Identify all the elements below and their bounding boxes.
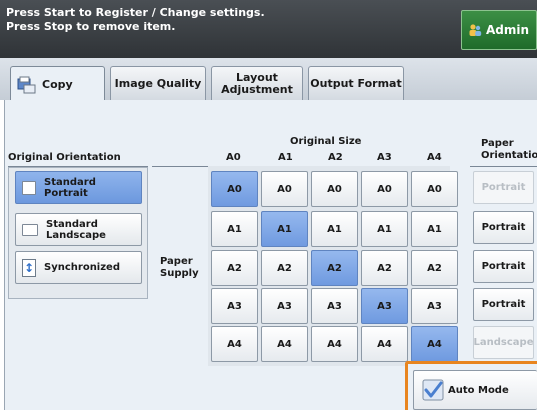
standard-landscape-label: Standard Landscape	[46, 218, 106, 241]
standard-portrait-label: Standard Portrait	[44, 176, 96, 199]
tab-image-quality-label: Image Quality	[114, 76, 202, 90]
size-cell-a1-a1[interactable]: A1	[261, 211, 308, 247]
size-cell-a0-a0[interactable]: A0	[211, 171, 258, 207]
header-message: Press Start to Register / Change setting…	[6, 6, 265, 34]
col-header-a1: A1	[278, 152, 293, 163]
size-cell-a3-a1[interactable]: A1	[361, 211, 408, 247]
col-header-a4: A4	[427, 152, 442, 163]
size-cell-a1-a3[interactable]: A3	[261, 288, 308, 324]
tab-output-format-label: Output Format	[310, 76, 402, 90]
auto-mode-button[interactable]: Auto Mode	[413, 370, 537, 410]
tab-layout-label-line1: Layout	[236, 70, 278, 84]
paper-orientation-a1[interactable]: Portrait	[473, 211, 534, 244]
synchronized-button[interactable]: ↕ Synchronized	[15, 251, 142, 284]
orientation-divider	[8, 166, 148, 167]
size-cell-a2-a0[interactable]: A0	[311, 171, 358, 207]
paper-orientation-a3[interactable]: Portrait	[473, 288, 534, 321]
size-cell-a2-a3[interactable]: A3	[311, 288, 358, 324]
original-size-title: Original Size	[290, 136, 362, 147]
size-cell-a3-a2[interactable]: A2	[361, 250, 408, 286]
admin-button[interactable]: Admin	[461, 10, 537, 50]
size-cell-a4-a3[interactable]: A3	[411, 288, 458, 324]
size-cell-a3-a0[interactable]: A0	[361, 171, 408, 207]
admin-label: Admin	[486, 23, 530, 37]
tab-image-quality[interactable]: Image Quality	[110, 66, 206, 100]
size-cell-a4-a0[interactable]: A0	[411, 171, 458, 207]
tab-copy[interactable]: Copy	[10, 66, 105, 102]
size-cell-a4-a1[interactable]: A1	[411, 211, 458, 247]
size-cell-a0-a3[interactable]: A3	[211, 288, 258, 324]
paper-orientation-a0: Portrait	[473, 171, 534, 204]
col-header-a3: A3	[377, 152, 392, 163]
portrait-page-icon	[22, 180, 36, 195]
size-cell-a1-a2[interactable]: A2	[261, 250, 308, 286]
col-header-a2: A2	[328, 152, 343, 163]
size-cell-a2-a2[interactable]: A2	[311, 250, 358, 286]
paper-orientation-a2[interactable]: Portrait	[473, 250, 534, 283]
col-header-a0: A0	[226, 152, 241, 163]
size-cell-a1-a0[interactable]: A0	[261, 171, 308, 207]
size-cell-a1-a4[interactable]: A4	[261, 326, 308, 362]
size-cell-a0-a4[interactable]: A4	[211, 326, 258, 362]
size-cell-a0-a2[interactable]: A2	[211, 250, 258, 286]
tab-copy-label: Copy	[42, 77, 73, 91]
tab-layout-adjustment[interactable]: Layout Adjustment	[211, 66, 303, 100]
header-message-line2: Press Stop to remove item.	[6, 20, 176, 33]
header-message-line1: Press Start to Register / Change setting…	[6, 6, 265, 19]
standard-landscape-button[interactable]: Standard Landscape	[15, 213, 142, 246]
original-orientation-title: Original Orientation	[8, 152, 121, 163]
size-cell-a4-a4[interactable]: A4	[411, 326, 458, 362]
size-cell-a2-a1[interactable]: A1	[311, 211, 358, 247]
paper-orientation-divider	[470, 166, 537, 167]
synchronized-arrow-icon: ↕	[22, 258, 36, 277]
paper-supply-label: Paper Supply	[160, 256, 199, 279]
size-cell-a3-a3[interactable]: A3	[361, 288, 408, 324]
copy-icon	[17, 76, 36, 93]
standard-portrait-button[interactable]: Standard Portrait	[15, 171, 142, 204]
landscape-page-icon	[22, 223, 38, 236]
size-cell-a3-a4[interactable]: A4	[361, 326, 408, 362]
paper-orientation-a4: Landscape	[473, 326, 534, 359]
auto-mode-label: Auto Mode	[448, 384, 509, 396]
status-header: Press Start to Register / Change setting…	[0, 0, 537, 58]
admin-users-icon	[469, 24, 482, 36]
tab-layout-label-line2: Adjustment	[221, 82, 293, 96]
checkmark-icon	[422, 379, 444, 401]
size-cell-a4-a2[interactable]: A2	[411, 250, 458, 286]
size-cell-a2-a4[interactable]: A4	[311, 326, 358, 362]
synchronized-label: Synchronized	[44, 262, 120, 273]
paper-orientation-title: PaperOrientation	[481, 138, 537, 161]
tab-output-format[interactable]: Output Format	[308, 66, 404, 100]
auto-mode-highlight: Auto Mode	[405, 361, 537, 410]
size-cell-a0-a1[interactable]: A1	[211, 211, 258, 247]
